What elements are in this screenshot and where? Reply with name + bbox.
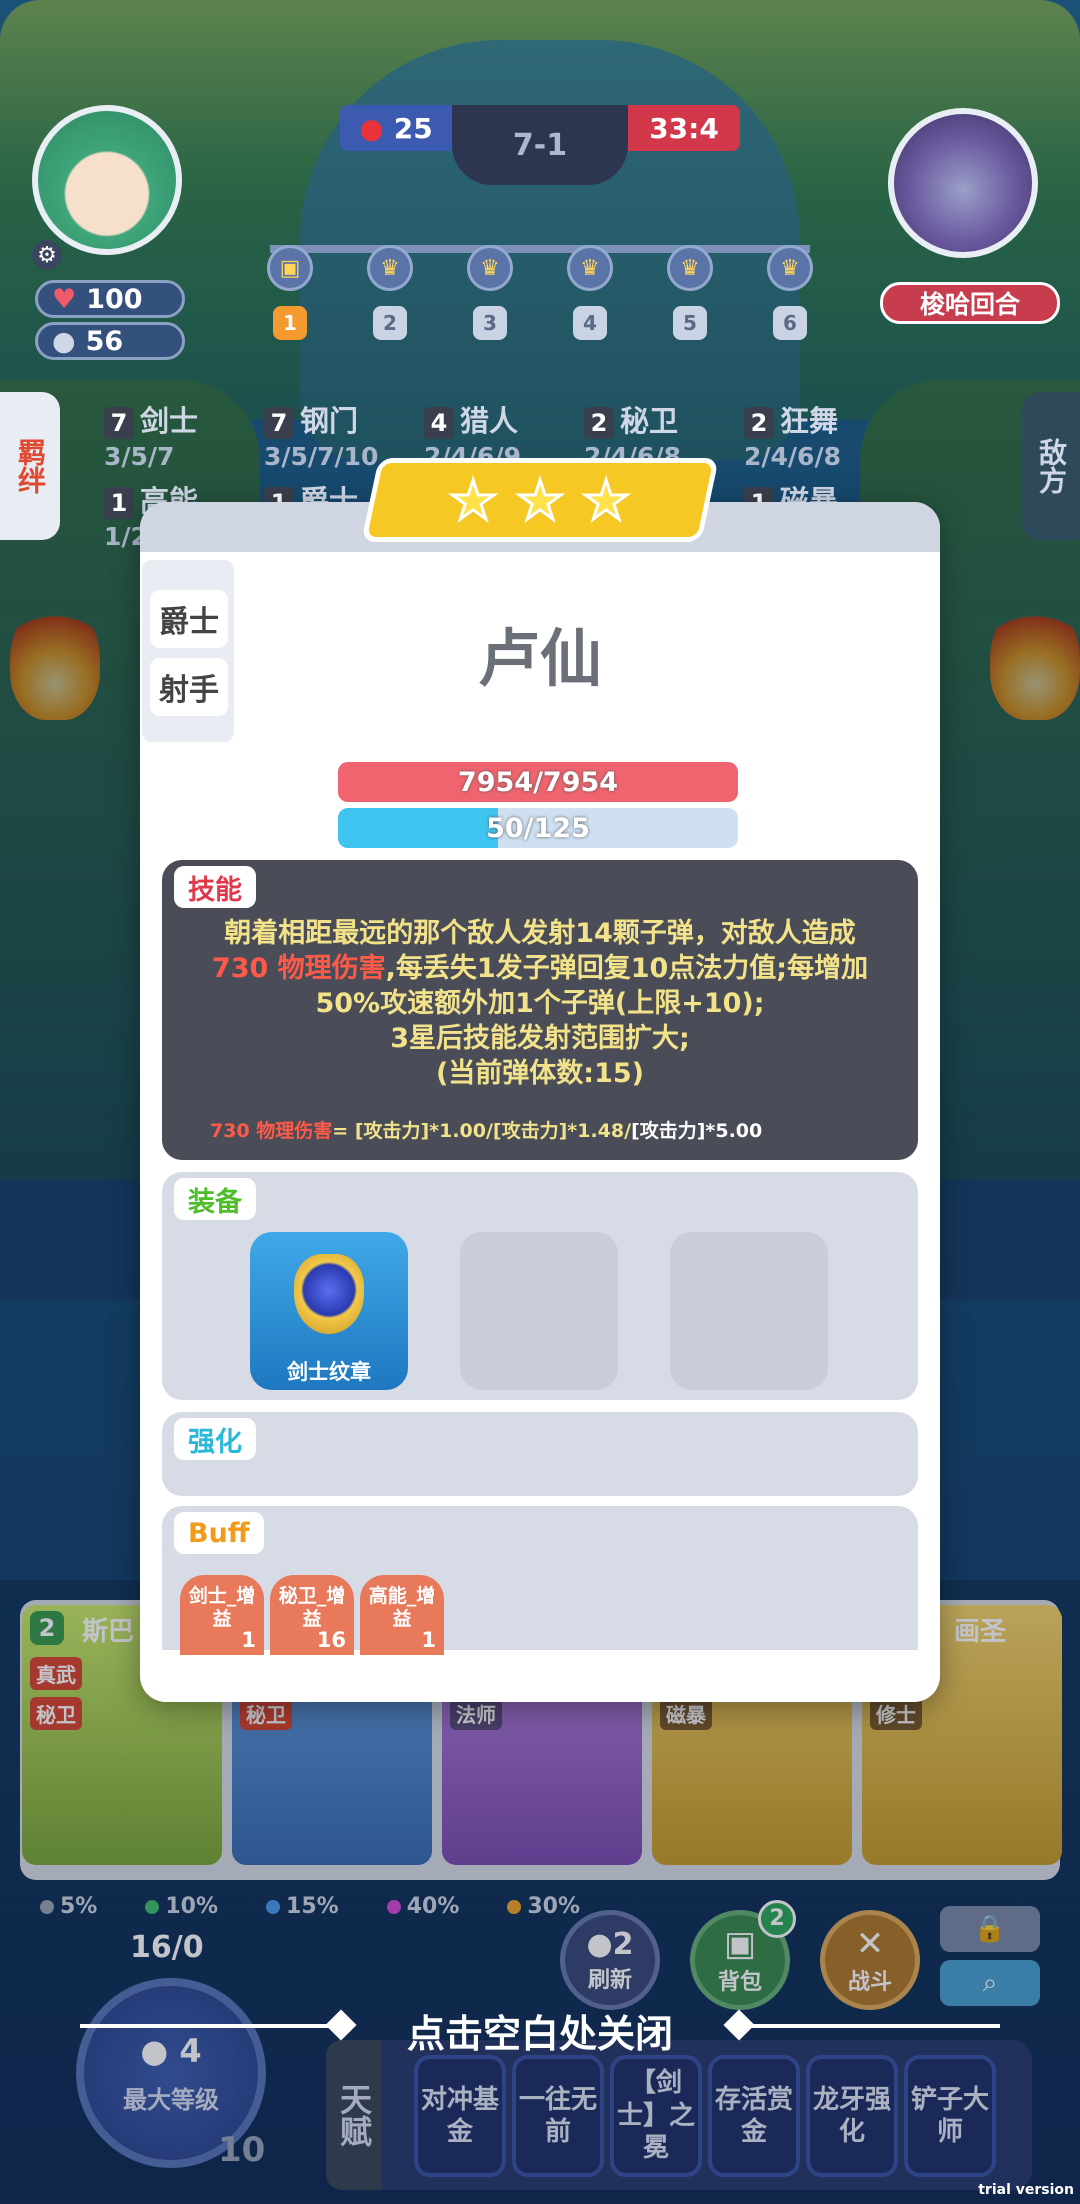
round-number: 3 [473, 306, 507, 340]
player-avatar[interactable] [32, 105, 182, 255]
equipment-slot[interactable]: 剑士纹章 [250, 1232, 408, 1390]
watermark: trial version [978, 2182, 1074, 2198]
trophy-icon: ♛ [667, 245, 713, 291]
trophy-icon: ♛ [767, 245, 813, 291]
hero-name: 卢仙 [477, 622, 602, 695]
trait-item[interactable]: 2 狂舞 2/4/6/8 [744, 398, 841, 471]
star-rating: ★ ★ ★ [361, 458, 719, 542]
close-hint[interactable]: 点击空白处关闭 [0, 2000, 1080, 2060]
origin-list: 爵士 射手 [142, 560, 234, 742]
skill-panel: 技能 朝着相距最远的那个敌人发射14颗子弹，对敌人造成 730 物理伤害,每丢失… [162, 860, 918, 1160]
enhance-label: 强化 [174, 1418, 256, 1460]
skill-label: 技能 [174, 866, 256, 908]
trophy-icon: ♛ [367, 245, 413, 291]
star-icon: ★ [514, 467, 565, 533]
stage-indicator: 7-1 [452, 105, 628, 185]
round-number: 2 [373, 306, 407, 340]
round-number: 6 [773, 306, 807, 340]
round-chest-icon: ▣ [267, 245, 313, 291]
round-number: 1 [273, 306, 307, 340]
buff-chip[interactable]: 秘卫_增益 16 [270, 1575, 354, 1655]
trophy-icon: ♛ [467, 245, 513, 291]
star-icon: ★ [581, 467, 632, 533]
left-score: ● 25 [340, 105, 452, 151]
traits-tab[interactable]: 羁绊 [0, 392, 60, 540]
sword-emblem-icon [294, 1254, 364, 1334]
equipment-slot-empty[interactable] [670, 1232, 828, 1390]
equipment-label: 装备 [174, 1178, 256, 1220]
settings-gear-icon[interactable]: ⚙ [32, 240, 62, 270]
round-track [270, 245, 810, 253]
player-hp: ♥ 100 [35, 280, 185, 318]
heart-icon: ♥ [52, 283, 77, 315]
mana-bar: 50/125 [338, 808, 738, 848]
trait-item[interactable]: 7 剑士 3/5/7 [104, 398, 198, 471]
coin-icon: ● [52, 325, 76, 357]
enhance-panel: 强化 [162, 1412, 918, 1496]
trophy-icon: ♛ [567, 245, 613, 291]
blood-drop-icon: ● [359, 111, 384, 145]
hp-bar: 7954/7954 [338, 762, 738, 802]
buff-chip[interactable]: 剑士_增益 1 [180, 1575, 264, 1655]
origin-chip[interactable]: 爵士 [150, 590, 228, 648]
buff-chip[interactable]: 高能_增益 1 [360, 1575, 444, 1655]
buff-label: Buff [174, 1512, 264, 1554]
opponent-avatar[interactable] [888, 108, 1038, 258]
skill-description: 朝着相距最远的那个敌人发射14颗子弹，对敌人造成 730 物理伤害,每丢失1发子… [211, 918, 869, 1089]
origin-chip[interactable]: 射手 [150, 658, 228, 716]
player-gold: ● 56 [35, 322, 185, 360]
right-score: 33:4 [628, 105, 740, 151]
trait-item[interactable]: 7 钢门 3/5/7/10 [264, 398, 378, 471]
enemy-tab[interactable]: 敌方 [1022, 392, 1080, 540]
equipment-slot-empty[interactable] [460, 1232, 618, 1390]
round-number: 5 [673, 306, 707, 340]
star-icon: ★ [448, 467, 499, 533]
skill-formula: 730 物理伤害= [攻击力]*1.00/[攻击力]*1.48/[攻击力]*5.… [210, 1120, 763, 1142]
opponent-name: 梭哈回合 [880, 282, 1060, 324]
equipment-name: 剑士纹章 [287, 1360, 371, 1384]
round-number: 4 [573, 306, 607, 340]
